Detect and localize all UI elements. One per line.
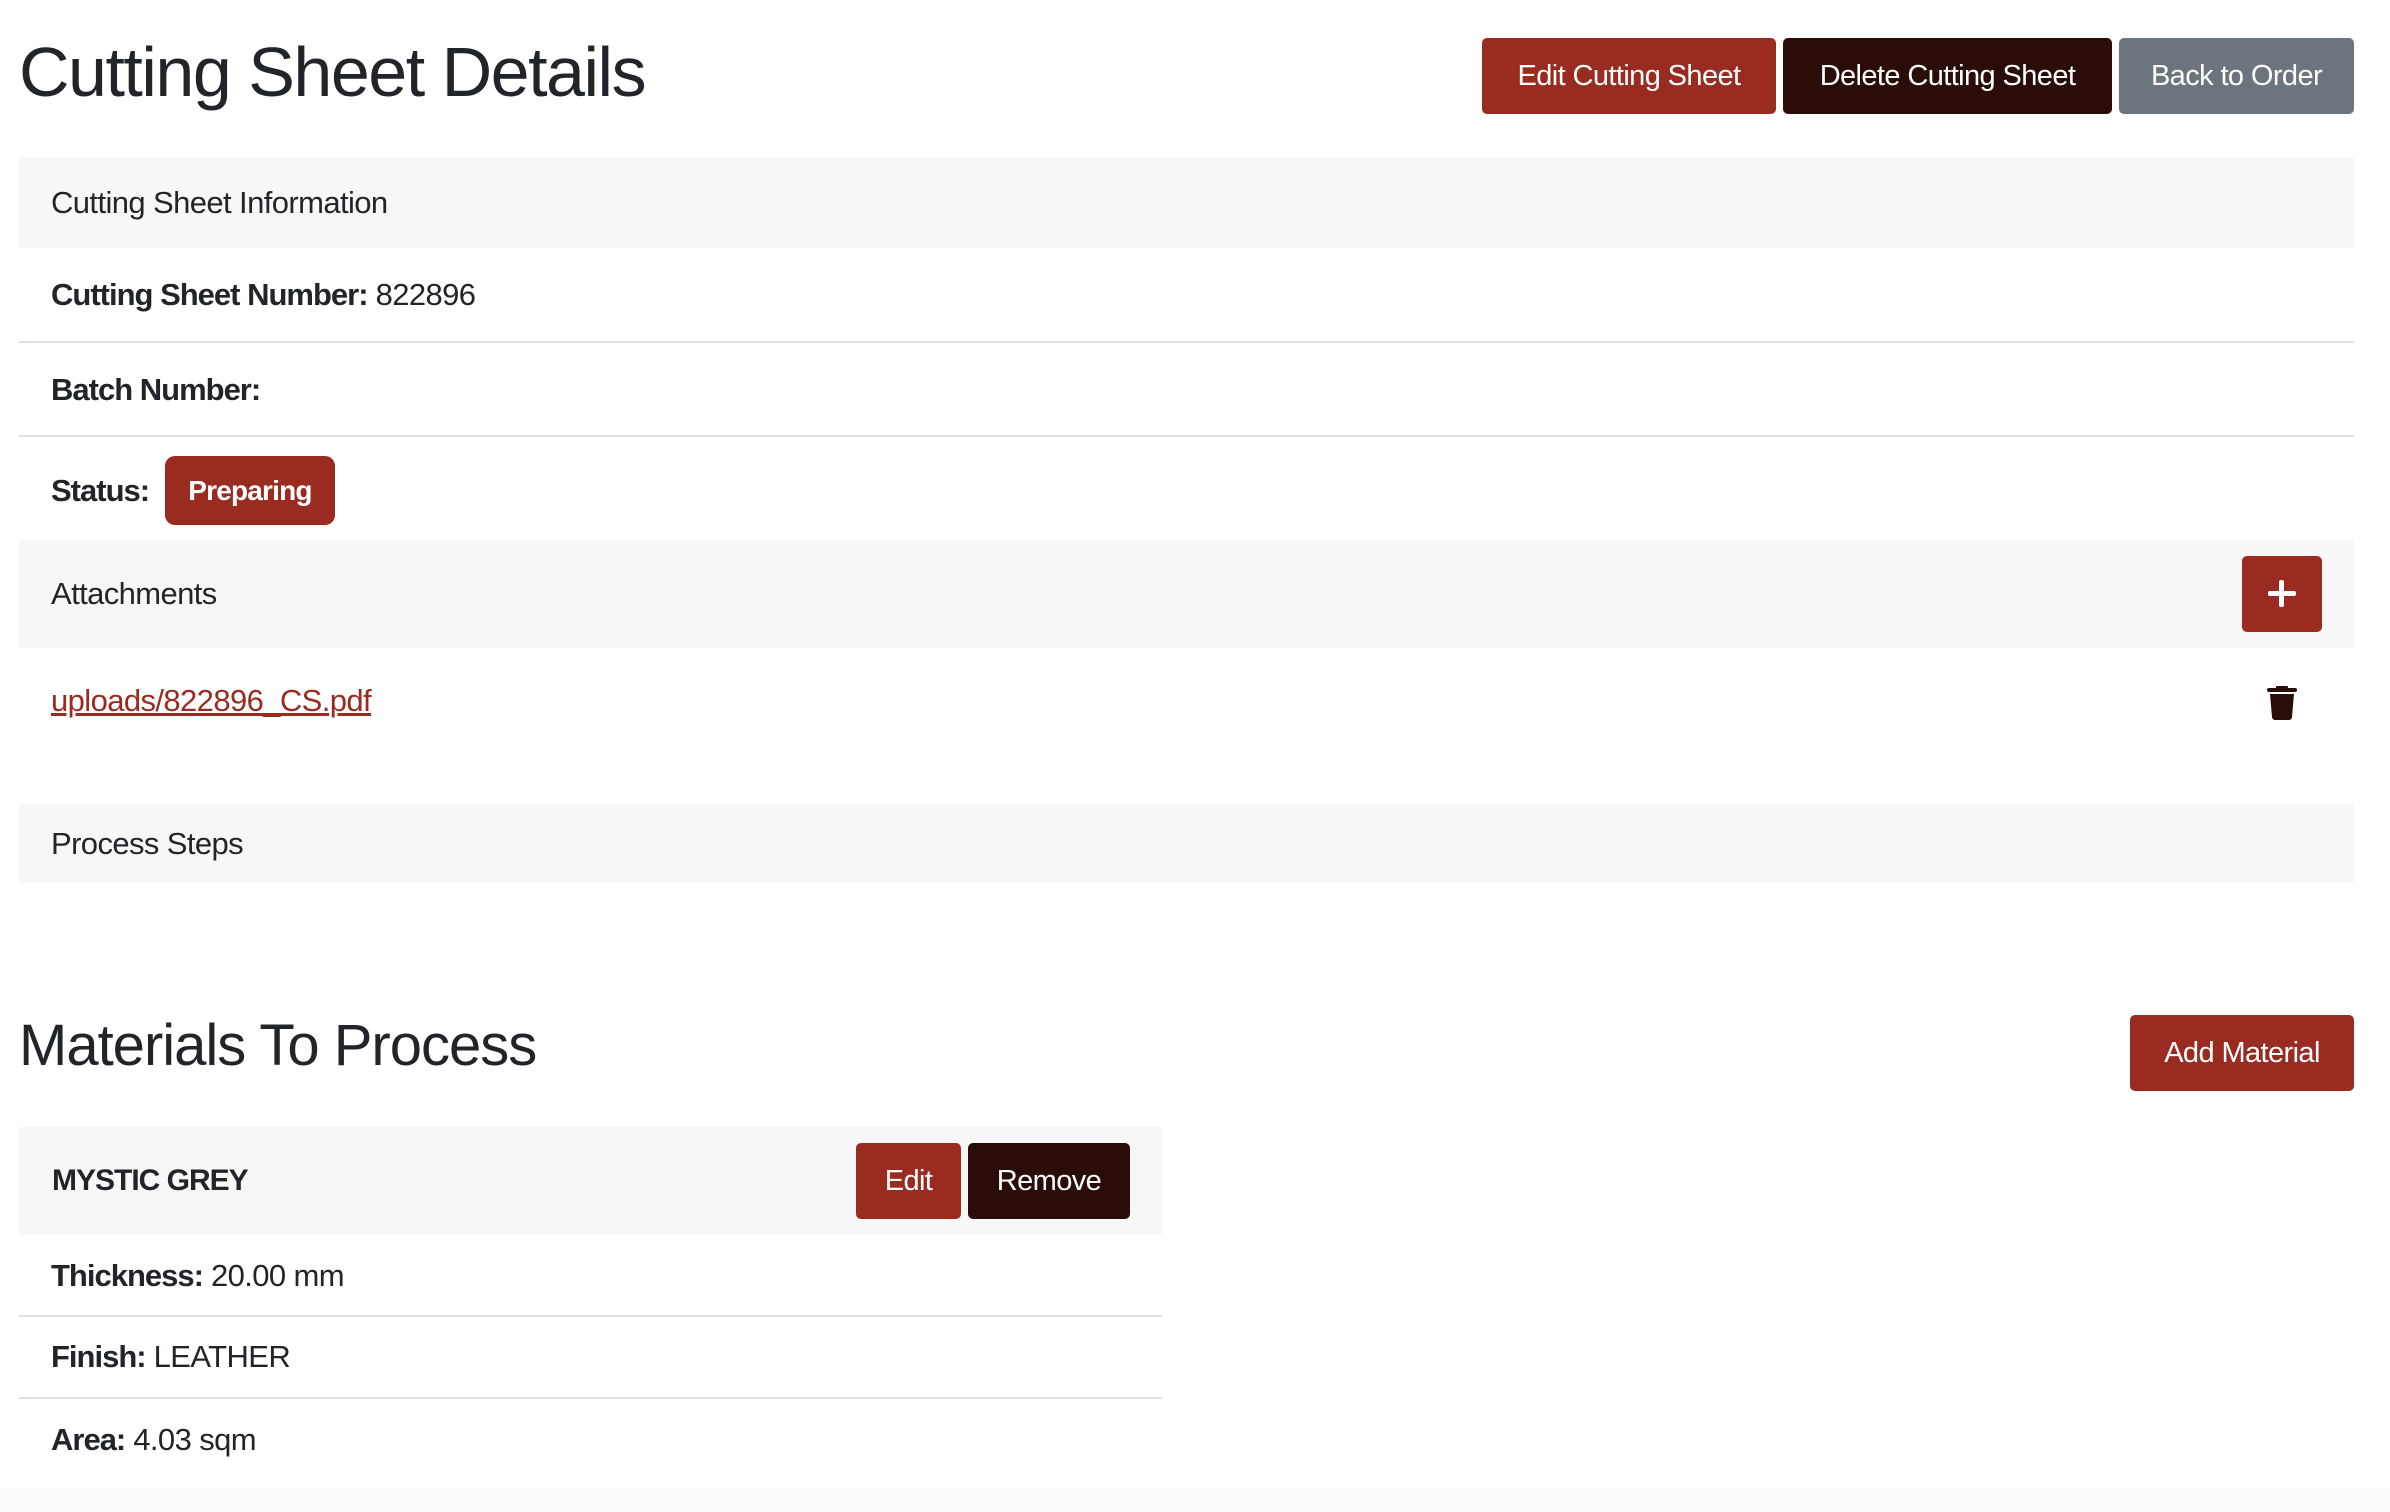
delete-cutting-sheet-button[interactable]: Delete Cutting Sheet: [1783, 38, 2112, 114]
thickness-value: 20.00 mm: [210, 1257, 345, 1293]
status-row: Status:: [19, 437, 2354, 557]
cutting-sheet-number-row: Cutting Sheet Number: 822896: [19, 248, 2354, 342]
status-badge: Preparing: [165, 456, 335, 525]
edit-cutting-sheet-button[interactable]: Edit Cutting Sheet: [1482, 38, 1776, 114]
process-steps-card-title: Process Steps: [51, 825, 244, 861]
attachments-card-title: Attachments: [51, 576, 217, 611]
cutting-sheet-number-value: 822896: [375, 277, 476, 312]
area-label: Area:: [51, 1422, 126, 1457]
add-attachment-button[interactable]: [2242, 556, 2322, 632]
status-label: Status:: [51, 473, 150, 508]
delete-attachment-button[interactable]: [2266, 684, 2298, 720]
edit-material-button[interactable]: Edit: [856, 1143, 961, 1219]
trash-icon: [2267, 686, 2297, 720]
attachments-card-header: Attachments: [19, 540, 2354, 648]
info-card-header: Cutting Sheet Information: [19, 157, 2354, 248]
batch-number-row: Batch Number:: [19, 343, 2354, 436]
back-to-order-button[interactable]: Back to Order: [2119, 38, 2354, 114]
attachment-link[interactable]: uploads/822896_CS.pdf: [51, 683, 372, 719]
materials-section-title: Materials To Process: [19, 1013, 537, 1078]
finish-row: Finish: LEATHER: [19, 1317, 1162, 1397]
batch-number-label: Batch Number:: [51, 371, 261, 407]
info-card-title: Cutting Sheet Information: [51, 184, 388, 220]
area-row: Area: 4.03 sqm: [19, 1399, 1162, 1481]
material-name: MYSTIC GREY: [52, 1164, 249, 1197]
cutting-sheet-number-label: Cutting Sheet Number:: [51, 277, 369, 312]
page-title: Cutting Sheet Details: [19, 33, 647, 111]
add-material-button[interactable]: Add Material: [2130, 1015, 2354, 1091]
remove-material-button[interactable]: Remove: [968, 1143, 1130, 1219]
thickness-label: Thickness:: [51, 1257, 204, 1293]
process-steps-card-header: Process Steps: [19, 804, 2354, 883]
area-value: 4.03 sqm: [133, 1422, 256, 1457]
page-bottom-band: [0, 1487, 2390, 1512]
finish-value: LEATHER: [153, 1339, 291, 1374]
thickness-row: Thickness: 20.00 mm: [19, 1235, 1162, 1316]
finish-label: Finish:: [51, 1339, 147, 1374]
